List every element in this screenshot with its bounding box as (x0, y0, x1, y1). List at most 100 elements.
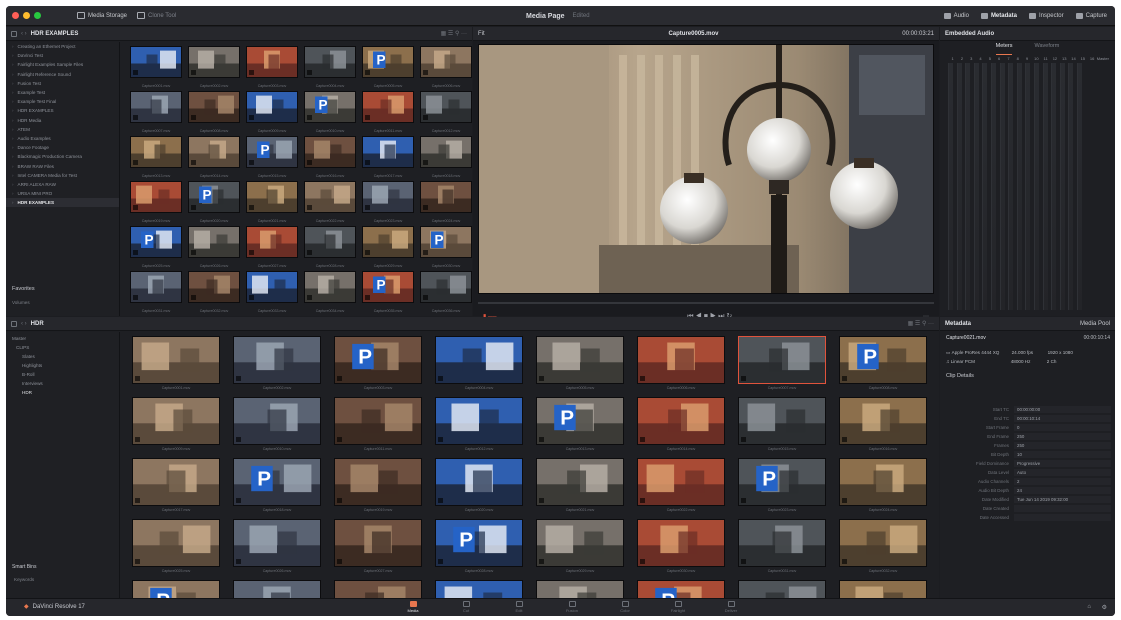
media-pool-clip[interactable]: Capture0026.mov (233, 519, 321, 579)
storage-clip-thumbnail[interactable]: Capture0012.mov (420, 91, 472, 135)
media-pool-clip[interactable]: Capture0024.mov (839, 458, 927, 518)
storage-clip-thumbnail[interactable]: Capture0031.mov (130, 271, 182, 315)
storage-clip-thumbnail[interactable]: Capture0017.mov (362, 136, 414, 180)
metadata-value[interactable]: 00:00:00:00 (1014, 406, 1111, 413)
bin-item[interactable]: HDR (6, 388, 119, 397)
storage-clip-thumbnail[interactable]: P Capture0035.mov (362, 271, 414, 315)
page-tab-edit[interactable]: Edit (502, 601, 536, 616)
metadata-value[interactable] (1014, 505, 1111, 512)
media-pool-clip[interactable]: Capture0001.mov (132, 336, 220, 396)
media-pool-clip[interactable]: Capture0032.mov (839, 519, 927, 579)
page-tab-cut[interactable]: Cut (449, 601, 483, 616)
page-tab-fusion[interactable]: Fusion (555, 601, 589, 616)
media-pool-clip[interactable]: Capture0007.mov (738, 336, 826, 396)
pool-view-options-icon[interactable]: ▦ ☰ ⚲ ··· (908, 320, 934, 327)
storage-clip-thumbnail[interactable]: Capture0007.mov (130, 91, 182, 135)
media-pool-clip[interactable]: Capture0021.mov (536, 458, 624, 518)
bin-item[interactable]: Slates (6, 352, 119, 361)
tab-waveform[interactable]: Waveform (1034, 43, 1059, 55)
storage-clip-thumbnail[interactable]: Capture0019.mov (130, 181, 182, 225)
bin-item[interactable]: CLIPS (6, 343, 119, 352)
media-pool-clip[interactable]: Capture0015.mov (738, 397, 826, 457)
viewer-zoom[interactable]: Fit (478, 31, 485, 37)
storage-clip-thumbnail[interactable]: Capture0011.mov (362, 91, 414, 135)
storage-tree-item[interactable]: › Audio Examples (6, 134, 119, 143)
storage-clip-thumbnail[interactable]: Capture0013.mov (130, 136, 182, 180)
view-options-icon[interactable]: ▦ ☰ ⚲ ··· (441, 30, 467, 37)
media-pool-clip[interactable]: P Capture0018.mov (233, 458, 321, 518)
storage-clip-thumbnail[interactable]: Capture0018.mov (420, 136, 472, 180)
storage-tree-item[interactable]: › HDR Media (6, 116, 119, 125)
storage-tree-item[interactable]: › DaVinci Test (6, 51, 119, 60)
page-tab-fairlight[interactable]: Fairlight (661, 601, 695, 616)
storage-clip-thumbnail[interactable]: P Capture0005.mov (362, 46, 414, 90)
storage-clip-thumbnail[interactable]: Capture0028.mov (304, 226, 356, 270)
storage-tree-item[interactable]: › Example Test (6, 88, 119, 97)
storage-tree-item[interactable]: › Intel CAMERA Media for Test (6, 171, 119, 180)
bin-item[interactable]: Master (6, 334, 119, 343)
storage-clip-thumbnail[interactable]: Capture0024.mov (420, 181, 472, 225)
media-pool-clip[interactable]: P Capture0013.mov (536, 397, 624, 457)
tab-meters[interactable]: Meters (995, 43, 1013, 55)
metadata-value[interactable]: Progressive (1014, 460, 1111, 467)
metadata-value[interactable]: 00:00:10:14 (1014, 415, 1111, 422)
audio-toggle[interactable]: Audio (943, 13, 969, 19)
storage-clip-thumbnail[interactable]: Capture0022.mov (304, 181, 356, 225)
media-pool-clip[interactable]: Capture0011.mov (334, 397, 422, 457)
storage-tree-item[interactable]: › Fairlight Reference Sound (6, 70, 119, 79)
storage-clip-thumbnail[interactable]: P Capture0030.mov (420, 226, 472, 270)
capture-toggle[interactable]: Capture (1075, 13, 1107, 19)
storage-tree-item[interactable]: › ARRI ALEXA RAW (6, 180, 119, 189)
media-pool-clip[interactable]: P Capture0028.mov (435, 519, 523, 579)
storage-tree-item[interactable]: › Fairlight Examples Sample Files (6, 60, 119, 69)
media-pool-clip[interactable]: Capture0009.mov (132, 397, 220, 457)
storage-clip-thumbnail[interactable]: Capture0029.mov (362, 226, 414, 270)
storage-clip-thumbnail[interactable]: Capture0034.mov (304, 271, 356, 315)
storage-clip-thumbnail[interactable]: P Capture0015.mov (246, 136, 298, 180)
media-pool-clip[interactable]: Capture0005.mov (536, 336, 624, 396)
storage-clip-thumbnail[interactable]: Capture0033.mov (246, 271, 298, 315)
metadata-value[interactable]: 0 (1014, 424, 1111, 431)
storage-clip-thumbnail[interactable]: Capture0004.mov (304, 46, 356, 90)
page-tab-media[interactable]: Media (396, 601, 430, 616)
storage-clip-thumbnail[interactable]: Capture0003.mov (246, 46, 298, 90)
storage-tree-item[interactable]: › Dance Footage (6, 143, 119, 152)
pool-toggle-icon[interactable] (11, 320, 17, 327)
media-pool-clip[interactable]: P Capture0023.mov (738, 458, 826, 518)
media-pool-clip[interactable]: Capture0010.mov (233, 397, 321, 457)
storage-clip-thumbnail[interactable]: Capture0014.mov (188, 136, 240, 180)
storage-clip-thumbnail[interactable]: Capture0008.mov (188, 91, 240, 135)
panel-toggle-icon[interactable] (11, 30, 17, 37)
metadata-value[interactable]: Auto (1014, 469, 1111, 476)
media-pool-clip[interactable]: Capture0029.mov (536, 519, 624, 579)
storage-clip-thumbnail[interactable]: Capture0023.mov (362, 181, 414, 225)
storage-tree-item[interactable]: › Example Test Final (6, 97, 119, 106)
media-pool-clip[interactable]: Capture0027.mov (334, 519, 422, 579)
media-pool-clip[interactable]: Capture0012.mov (435, 397, 523, 457)
metadata-toggle[interactable]: Metadata (980, 13, 1017, 19)
metadata-value[interactable]: 250 (1014, 442, 1111, 449)
storage-clip-thumbnail[interactable]: Capture0021.mov (246, 181, 298, 225)
favorites-item[interactable]: Volumes (12, 300, 30, 305)
metadata-tab[interactable]: Media Pool (1080, 321, 1110, 327)
settings-icon[interactable]: ⚙ (1102, 604, 1107, 611)
storage-clip-thumbnail[interactable]: Capture0001.mov (130, 46, 182, 90)
storage-clip-thumbnail[interactable]: Capture0002.mov (188, 46, 240, 90)
storage-clip-thumbnail[interactable]: P Capture0010.mov (304, 91, 356, 135)
storage-tree-item[interactable]: › BRAW RAW Files (6, 161, 119, 170)
storage-clip-thumbnail[interactable]: Capture0036.mov (420, 271, 472, 315)
media-pool-clip[interactable]: Capture0025.mov (132, 519, 220, 579)
metadata-value[interactable]: 2 (1014, 478, 1111, 485)
page-tab-deliver[interactable]: Deliver (714, 601, 748, 616)
home-icon[interactable]: ⌂ (1087, 604, 1091, 610)
media-pool-clip[interactable]: Capture0014.mov (637, 397, 725, 457)
storage-clip-thumbnail[interactable]: P Capture0020.mov (188, 181, 240, 225)
media-pool-clip[interactable]: P Capture0008.mov (839, 336, 927, 396)
bin-item[interactable]: B-Roll (6, 370, 119, 379)
storage-tree-item[interactable]: › HDR EXAMPLES (6, 106, 119, 115)
page-tab-color[interactable]: Color (608, 601, 642, 616)
media-pool-clip[interactable]: Capture0017.mov (132, 458, 220, 518)
storage-tree-item[interactable]: › HDR EXAMPLES (6, 198, 119, 208)
close-window-button[interactable] (12, 12, 19, 19)
timeline-scrubber[interactable] (478, 302, 934, 304)
